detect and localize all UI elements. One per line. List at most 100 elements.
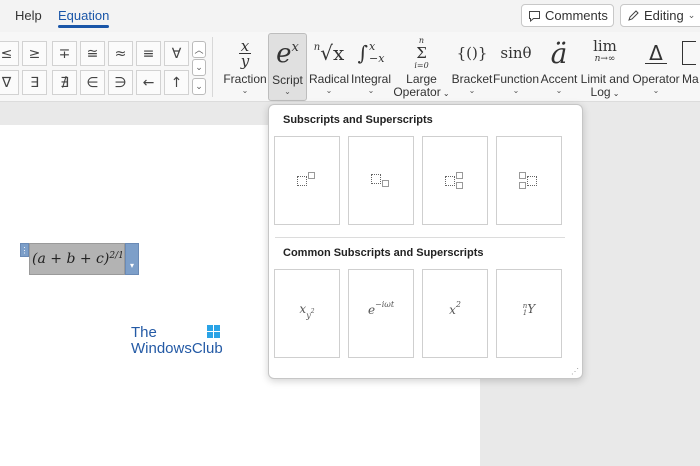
operator-label: Operator — [632, 72, 680, 86]
common-x-squared[interactable]: x2 — [422, 269, 488, 358]
logo-square-bl — [207, 332, 213, 338]
integral-icon: ∫ x −x — [358, 33, 385, 73]
fraction-button[interactable]: x y Fraction ⌄ — [222, 33, 268, 101]
common-e-minus-i-omega-t-preview: e−iωt — [349, 300, 413, 317]
subscript-template[interactable] — [348, 136, 414, 225]
common-e-minus-i-omega-t[interactable]: e−iωt — [348, 269, 414, 358]
limit-icon-text: lim — [593, 37, 617, 55]
integral-label: Integral — [350, 72, 392, 86]
matrix-button[interactable]: Ma — [682, 33, 700, 101]
large-operator-button[interactable]: n Σ i=0 Large Operator ⌄ — [393, 33, 450, 101]
integral-icon-sign: ∫ — [357, 41, 368, 65]
symbol-approx[interactable]: ≈ — [108, 41, 133, 66]
superscript-template[interactable] — [274, 136, 340, 225]
script-button[interactable]: ex Script ⌄ — [268, 33, 307, 101]
left-subscript-superscript-template[interactable] — [496, 136, 562, 225]
chevron-down-icon: ⌄ — [440, 89, 450, 98]
equation-move-handle[interactable]: ⋮ — [20, 243, 29, 257]
chevron-down-icon: ⌄ — [512, 86, 520, 95]
symbol-not-exists[interactable]: ∄ — [52, 70, 77, 95]
chevron-down-icon: ⌄ — [195, 62, 203, 72]
symbol-minus-plus[interactable]: ∓ — [52, 41, 77, 66]
equation-content[interactable]: (a + b + c) 2/1 — [29, 243, 125, 275]
equation-container[interactable]: ⋮ (a + b + c) 2/1 ▾ — [20, 243, 139, 277]
comments-button[interactable]: Comments — [521, 4, 614, 27]
sum-icon: Σ — [416, 43, 427, 62]
gallery-scroll-down-button[interactable]: ⌄ — [192, 59, 206, 76]
symbol-exists[interactable]: ∃ — [22, 70, 47, 95]
watermark: The WindowsClub — [131, 325, 223, 357]
chevron-down-icon: ⌄ — [468, 86, 476, 95]
script-label: Script — [272, 73, 303, 87]
symbol-element-of[interactable]: ∈ — [80, 70, 105, 95]
matrix-label: Ma — [682, 72, 699, 86]
tab-help[interactable]: Help — [15, 8, 42, 23]
operator-button[interactable]: Δ Operator ⌄ — [632, 33, 680, 101]
symbol-equiv[interactable]: ≡ — [136, 41, 161, 66]
operator-underline — [645, 62, 667, 64]
subscript-superscript-template[interactable] — [422, 136, 488, 225]
resize-grip-icon[interactable]: ⋰ — [571, 367, 579, 376]
expr-base: Y — [527, 302, 536, 316]
equation-base: (a + b + c) — [32, 251, 110, 267]
accent-icon: ä — [550, 36, 568, 70]
chevron-down-icon: ⌄ — [284, 87, 291, 96]
large-operator-label-line2: Operator ⌄ — [393, 86, 449, 100]
panel-divider — [275, 237, 565, 238]
presup-placeholder — [519, 172, 526, 179]
sup-placeholder — [456, 172, 463, 179]
accent-button[interactable]: ä Accent ⌄ — [540, 33, 578, 101]
gallery-scroll-up-button[interactable]: ︿ — [192, 41, 206, 58]
radical-label: Radical — [308, 72, 350, 86]
common-x-squared-preview: x2 — [423, 300, 487, 317]
symbol-ge[interactable]: ≥ — [22, 41, 47, 66]
large-operator-icon: n Σ i=0 — [414, 33, 428, 73]
radical-button[interactable]: n √x Radical ⌄ — [309, 33, 349, 101]
chevron-down-icon: ⌄ — [241, 86, 249, 95]
integral-button[interactable]: ∫ x −x Integral ⌄ — [351, 33, 391, 101]
watermark-line2: WindowsClub — [131, 340, 223, 357]
symbol-contains[interactable]: ∋ — [108, 70, 133, 95]
symbol-left-arrow[interactable]: ← — [136, 70, 161, 95]
bracket-icon: {()} — [456, 44, 488, 62]
logo-square-tl — [207, 325, 213, 331]
limit-and-log-button[interactable]: lim n→∞ Limit and Log ⌄ — [580, 33, 630, 101]
function-button[interactable]: sinθ Function ⌄ — [493, 33, 539, 101]
bracket-label: Bracket — [451, 72, 493, 86]
symbol-le[interactable]: ≤ — [0, 41, 19, 66]
bracket-button[interactable]: {()} Bracket ⌄ — [451, 33, 493, 101]
expand-gallery-icon: ⌄ — [195, 81, 203, 91]
equation-ribbon: ≤ ≥ ∓ ≅ ≈ ≡ ∀ ∇ ∃ ∄ ∈ ∋ ← ↑ ︿ ⌄ ⌄ x y Fr… — [0, 32, 700, 102]
gallery-more-button[interactable]: ⌄ — [192, 78, 206, 95]
ribbon-tab-bar: Help Equation Comments Editing ⌄ — [0, 0, 700, 32]
subsup-template-icon — [423, 172, 487, 192]
chevron-up-icon: ︿ — [194, 45, 204, 55]
symbol-forall[interactable]: ∀ — [164, 41, 189, 66]
chevron-down-icon: ⌄ — [652, 86, 660, 95]
ribbon-divider — [212, 37, 213, 97]
common-x-sub-y-squared[interactable]: xy2 — [274, 269, 340, 358]
tab-equation[interactable]: Equation — [58, 8, 110, 28]
fraction-icon: x y — [238, 33, 252, 73]
expr-sub-sup: 2 — [310, 307, 315, 315]
symbol-congruent[interactable]: ≅ — [80, 41, 105, 66]
comment-icon — [528, 10, 541, 22]
base-placeholder — [527, 176, 537, 186]
equation-options-button[interactable]: ▾ — [125, 243, 139, 275]
sub-placeholder — [456, 182, 463, 189]
sup-placeholder — [308, 172, 315, 179]
symbol-nabla[interactable]: ∇ — [0, 70, 19, 95]
editing-mode-button[interactable]: Editing ⌄ — [620, 4, 700, 27]
symbol-up-arrow[interactable]: ↑ — [164, 70, 189, 95]
script-icon: ex — [276, 34, 299, 74]
fraction-icon-denominator: y — [240, 51, 250, 70]
radical-icon: n √x — [314, 33, 344, 73]
common-n-1-y[interactable]: n 1 Y — [496, 269, 562, 358]
base-placeholder — [371, 174, 381, 184]
matrix-bracket-icon — [682, 41, 696, 65]
expr-sup: 2 — [455, 300, 461, 309]
limit-log-label-line2: Log ⌄ — [591, 86, 620, 100]
chevron-down-icon: ⌄ — [555, 86, 563, 95]
script-icon-sup: x — [291, 39, 299, 55]
editing-label: Editing — [644, 8, 684, 23]
